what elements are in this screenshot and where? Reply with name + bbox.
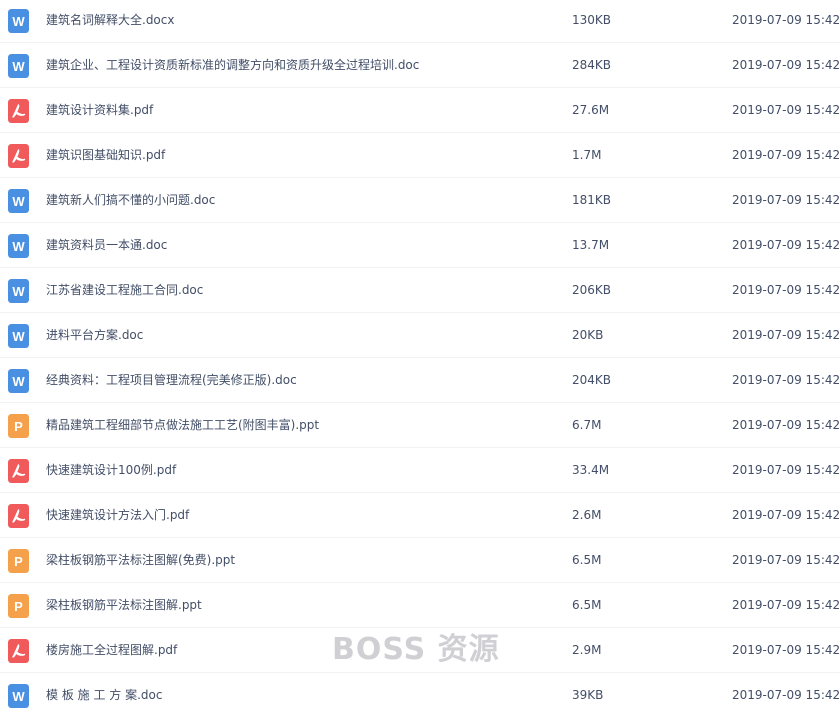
file-row[interactable]: 快速建筑设计100例.pdf 33.4M 2019-07-09 15:42 xyxy=(0,448,840,493)
file-name-link[interactable]: 江苏省建设工程施工合同.doc xyxy=(46,268,203,313)
file-row[interactable]: 快速建筑设计方法入门.pdf 2.6M 2019-07-09 15:42 xyxy=(0,493,840,538)
file-date: 2019-07-09 15:42 xyxy=(732,58,840,72)
file-row[interactable]: W 建筑名词解释大全.docx 130KB 2019-07-09 15:42 xyxy=(0,0,840,43)
file-row[interactable]: W 建筑资料员一本通.doc 13.7M 2019-07-09 15:42 xyxy=(0,223,840,268)
file-name-link[interactable]: 经典资料：工程项目管理流程(完美修正版).doc xyxy=(46,358,297,403)
file-name-link[interactable]: 楼房施工全过程图解.pdf xyxy=(46,628,177,673)
svg-text:W: W xyxy=(12,689,25,704)
word-doc-icon: W xyxy=(8,234,29,258)
file-size: 6.5M xyxy=(572,598,602,612)
word-doc-icon: W xyxy=(8,9,29,33)
file-date: 2019-07-09 15:42 xyxy=(732,553,840,567)
svg-text:W: W xyxy=(12,329,25,344)
file-row[interactable]: W 建筑新人们搞不懂的小问题.doc 181KB 2019-07-09 15:42 xyxy=(0,178,840,223)
file-row[interactable]: W 进料平台方案.doc 20KB 2019-07-09 15:42 xyxy=(0,313,840,358)
svg-text:P: P xyxy=(14,554,23,569)
svg-text:P: P xyxy=(14,419,23,434)
file-date: 2019-07-09 15:42 xyxy=(732,373,840,387)
file-row[interactable]: W 经典资料：工程项目管理流程(完美修正版).doc 204KB 2019-07-09… xyxy=(0,358,840,403)
file-name-link[interactable]: 建筑新人们搞不懂的小问题.doc xyxy=(46,178,215,223)
word-doc-icon: W xyxy=(8,279,29,303)
pdf-icon xyxy=(8,459,29,483)
word-doc-icon: W xyxy=(8,684,29,708)
file-date: 2019-07-09 15:42 xyxy=(732,238,840,252)
file-name-link[interactable]: 进料平台方案.doc xyxy=(46,313,143,358)
file-name-link[interactable]: 建筑识图基础知识.pdf xyxy=(46,133,165,178)
file-name-link[interactable]: 建筑设计资料集.pdf xyxy=(46,88,153,133)
file-row[interactable]: 楼房施工全过程图解.pdf 2.9M 2019-07-09 15:42 xyxy=(0,628,840,673)
file-date: 2019-07-09 15:42 xyxy=(732,508,840,522)
word-doc-icon: W xyxy=(8,324,29,348)
file-row[interactable]: W 建筑企业、工程设计资质新标准的调整方向和资质升级全过程培训.doc 284KB 2… xyxy=(0,43,840,88)
svg-text:W: W xyxy=(12,59,25,74)
ppt-icon: P xyxy=(8,594,29,618)
file-date: 2019-07-09 15:42 xyxy=(732,13,840,27)
pdf-icon xyxy=(8,144,29,168)
file-date: 2019-07-09 15:42 xyxy=(732,148,840,162)
svg-text:W: W xyxy=(12,284,25,299)
file-row[interactable]: 建筑识图基础知识.pdf 1.7M 2019-07-09 15:42 xyxy=(0,133,840,178)
file-size: 20KB xyxy=(572,328,604,342)
svg-text:W: W xyxy=(12,194,25,209)
file-row[interactable]: W 模 板 施 工 方 案.doc 39KB 2019-07-09 15:42 xyxy=(0,673,840,718)
file-name-link[interactable]: 建筑名词解释大全.docx xyxy=(46,0,174,43)
file-date: 2019-07-09 15:42 xyxy=(732,598,840,612)
svg-text:W: W xyxy=(12,14,25,29)
file-name-link[interactable]: 梁柱板钢筋平法标注图解.ppt xyxy=(46,583,202,628)
svg-text:W: W xyxy=(12,374,25,389)
file-name-link[interactable]: 精品建筑工程细部节点做法施工工艺(附图丰富).ppt xyxy=(46,403,319,448)
file-name-link[interactable]: 模 板 施 工 方 案.doc xyxy=(46,673,162,718)
file-row[interactable]: P 梁柱板钢筋平法标注图解(免费).ppt 6.5M 2019-07-09 15:42 xyxy=(0,538,840,583)
file-size: 13.7M xyxy=(572,238,610,252)
file-name-link[interactable]: 梁柱板钢筋平法标注图解(免费).ppt xyxy=(46,538,235,583)
file-date: 2019-07-09 15:42 xyxy=(732,103,840,117)
file-date: 2019-07-09 15:42 xyxy=(732,688,840,702)
file-date: 2019-07-09 15:42 xyxy=(732,283,840,297)
file-date: 2019-07-09 15:42 xyxy=(732,463,840,477)
file-row[interactable]: P 梁柱板钢筋平法标注图解.ppt 6.5M 2019-07-09 15:42 xyxy=(0,583,840,628)
word-doc-icon: W xyxy=(8,189,29,213)
file-size: 284KB xyxy=(572,58,612,72)
word-doc-icon: W xyxy=(8,369,29,393)
file-date: 2019-07-09 15:42 xyxy=(732,328,840,342)
ppt-icon: P xyxy=(8,414,29,438)
svg-text:P: P xyxy=(14,599,23,614)
file-size: 39KB xyxy=(572,688,604,702)
file-name-link[interactable]: 建筑资料员一本通.doc xyxy=(46,223,167,268)
file-size: 6.5M xyxy=(572,553,602,567)
file-row[interactable]: W 江苏省建设工程施工合同.doc 206KB 2019-07-09 15:42 xyxy=(0,268,840,313)
ppt-icon: P xyxy=(8,549,29,573)
file-size: 33.4M xyxy=(572,463,610,477)
file-size: 1.7M xyxy=(572,148,602,162)
file-size: 2.6M xyxy=(572,508,602,522)
file-date: 2019-07-09 15:42 xyxy=(732,418,840,432)
file-name-link[interactable]: 建筑企业、工程设计资质新标准的调整方向和资质升级全过程培训.doc xyxy=(46,43,419,88)
file-row[interactable]: 建筑设计资料集.pdf 27.6M 2019-07-09 15:42 xyxy=(0,88,840,133)
pdf-icon xyxy=(8,99,29,123)
file-size: 206KB xyxy=(572,283,612,297)
file-date: 2019-07-09 15:42 xyxy=(732,193,840,207)
file-list: W 建筑名词解释大全.docx 130KB 2019-07-09 15:42 W 建筑企业… xyxy=(0,0,840,718)
file-size: 6.7M xyxy=(572,418,602,432)
file-size: 2.9M xyxy=(572,643,602,657)
file-size: 27.6M xyxy=(572,103,610,117)
pdf-icon xyxy=(8,639,29,663)
file-name-link[interactable]: 快速建筑设计方法入门.pdf xyxy=(46,493,189,538)
file-size: 181KB xyxy=(572,193,612,207)
file-date: 2019-07-09 15:42 xyxy=(732,643,840,657)
pdf-icon xyxy=(8,504,29,528)
file-name-link[interactable]: 快速建筑设计100例.pdf xyxy=(46,448,176,493)
word-doc-icon: W xyxy=(8,54,29,78)
svg-text:W: W xyxy=(12,239,25,254)
file-size: 130KB xyxy=(572,13,612,27)
file-size: 204KB xyxy=(572,373,612,387)
file-row[interactable]: P 精品建筑工程细部节点做法施工工艺(附图丰富).ppt 6.7M 2019-07-0… xyxy=(0,403,840,448)
